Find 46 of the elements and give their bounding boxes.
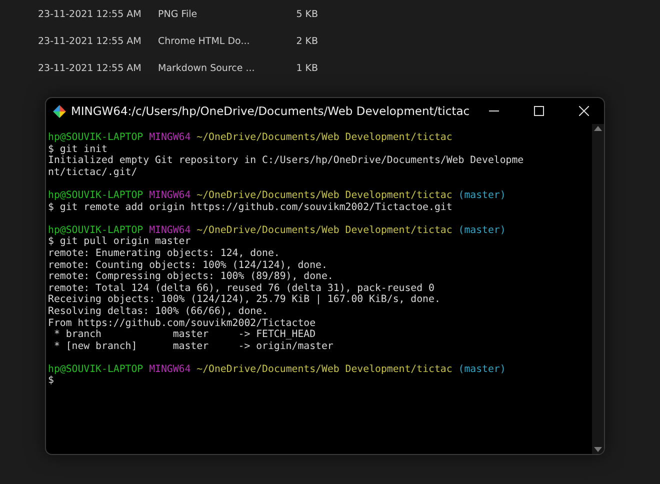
terminal-line: $ xyxy=(48,375,55,388)
prompt-host: MINGW64 xyxy=(149,364,191,375)
prompt-branch: (master) xyxy=(458,224,506,236)
prompt-path: ~/OneDrive/Documents/Web Development/tictac xyxy=(196,224,452,236)
prompt-host: MINGW64 xyxy=(149,190,191,201)
terminal-line: * [new branch] master -> origin/master xyxy=(52,340,334,352)
file-date: 23-11-2021 12:55 AM xyxy=(38,63,142,74)
file-size: 1 KB xyxy=(295,63,318,74)
scroll-up-icon[interactable] xyxy=(594,126,602,131)
prompt-path: ~/OneDrive/Documents/Web Development/tictac xyxy=(196,364,452,375)
prompt-user: hp@SOUVIK-LAPTOP xyxy=(48,132,144,143)
terminal-line: remote: Compressing objects: 100% (89/89), done. xyxy=(48,271,334,283)
terminal-line: Receiving objects: 100% (124/124), 25.79 KiB | 167.00 KiB/s, done. xyxy=(48,294,442,306)
terminal-line: $ git remote add origin https://github.com/souvikm2002/Tictactoe.git xyxy=(48,202,454,214)
terminal-line: remote: Enumerating objects: 124, done. xyxy=(48,248,281,260)
prompt-host: MINGW64 xyxy=(149,224,191,236)
maximize-icon xyxy=(534,106,544,116)
prompt-branch: (master) xyxy=(458,364,506,375)
terminal-line: remote: Total 124 (delta 66), reused 76 (delta 31), pack-reused 0 xyxy=(48,282,436,294)
prompt-branch: (master) xyxy=(458,190,506,201)
file-size: 2 KB xyxy=(295,36,318,47)
file-type: PNG File xyxy=(158,9,198,20)
terminal-line: * branch master -> FETCH_HEAD xyxy=(52,329,317,341)
scrollbar[interactable] xyxy=(592,124,604,454)
scroll-down-icon[interactable] xyxy=(594,447,602,452)
terminal-line: Resolving deltas: 100% (66/66), done. xyxy=(48,306,269,318)
prompt-path: ~/OneDrive/Documents/Web Development/tictac xyxy=(196,132,452,143)
file-type: Chrome HTML Do... xyxy=(158,36,251,47)
file-date: 23-11-2021 12:55 AM xyxy=(38,36,142,47)
prompt-path: ~/OneDrive/Documents/Web Development/tictac xyxy=(196,190,452,201)
close-icon xyxy=(579,106,590,116)
terminal-line: From https://github.com/souvikm2002/Tictactoe xyxy=(48,318,317,330)
prompt-host: MINGW64 xyxy=(149,132,191,143)
file-size: 5 KB xyxy=(295,9,318,20)
file-date: 23-11-2021 12:55 AM xyxy=(38,9,142,20)
terminal-line: Initialized empty Git repository in C:/Users/hp/OneDrive/Documents/Web Developme xyxy=(48,155,525,167)
file-type: Markdown Source ... xyxy=(158,63,256,74)
terminal-line: nt/tictac/.git/ xyxy=(48,166,138,178)
window-title: MINGW64:/c/Users/hp/OneDrive/Documents/Web Development/tictac xyxy=(70,104,470,118)
git-icon xyxy=(53,104,66,118)
terminal-line: $ git init xyxy=(48,144,108,156)
prompt-user: hp@SOUVIK-LAPTOP xyxy=(48,190,144,201)
terminal-line: $ git pull origin master xyxy=(48,236,192,248)
prompt-user: hp@SOUVIK-LAPTOP xyxy=(48,224,144,236)
terminal-line: remote: Counting objects: 100% (124/124), done. xyxy=(48,260,328,272)
prompt-user: hp@SOUVIK-LAPTOP xyxy=(48,364,144,375)
